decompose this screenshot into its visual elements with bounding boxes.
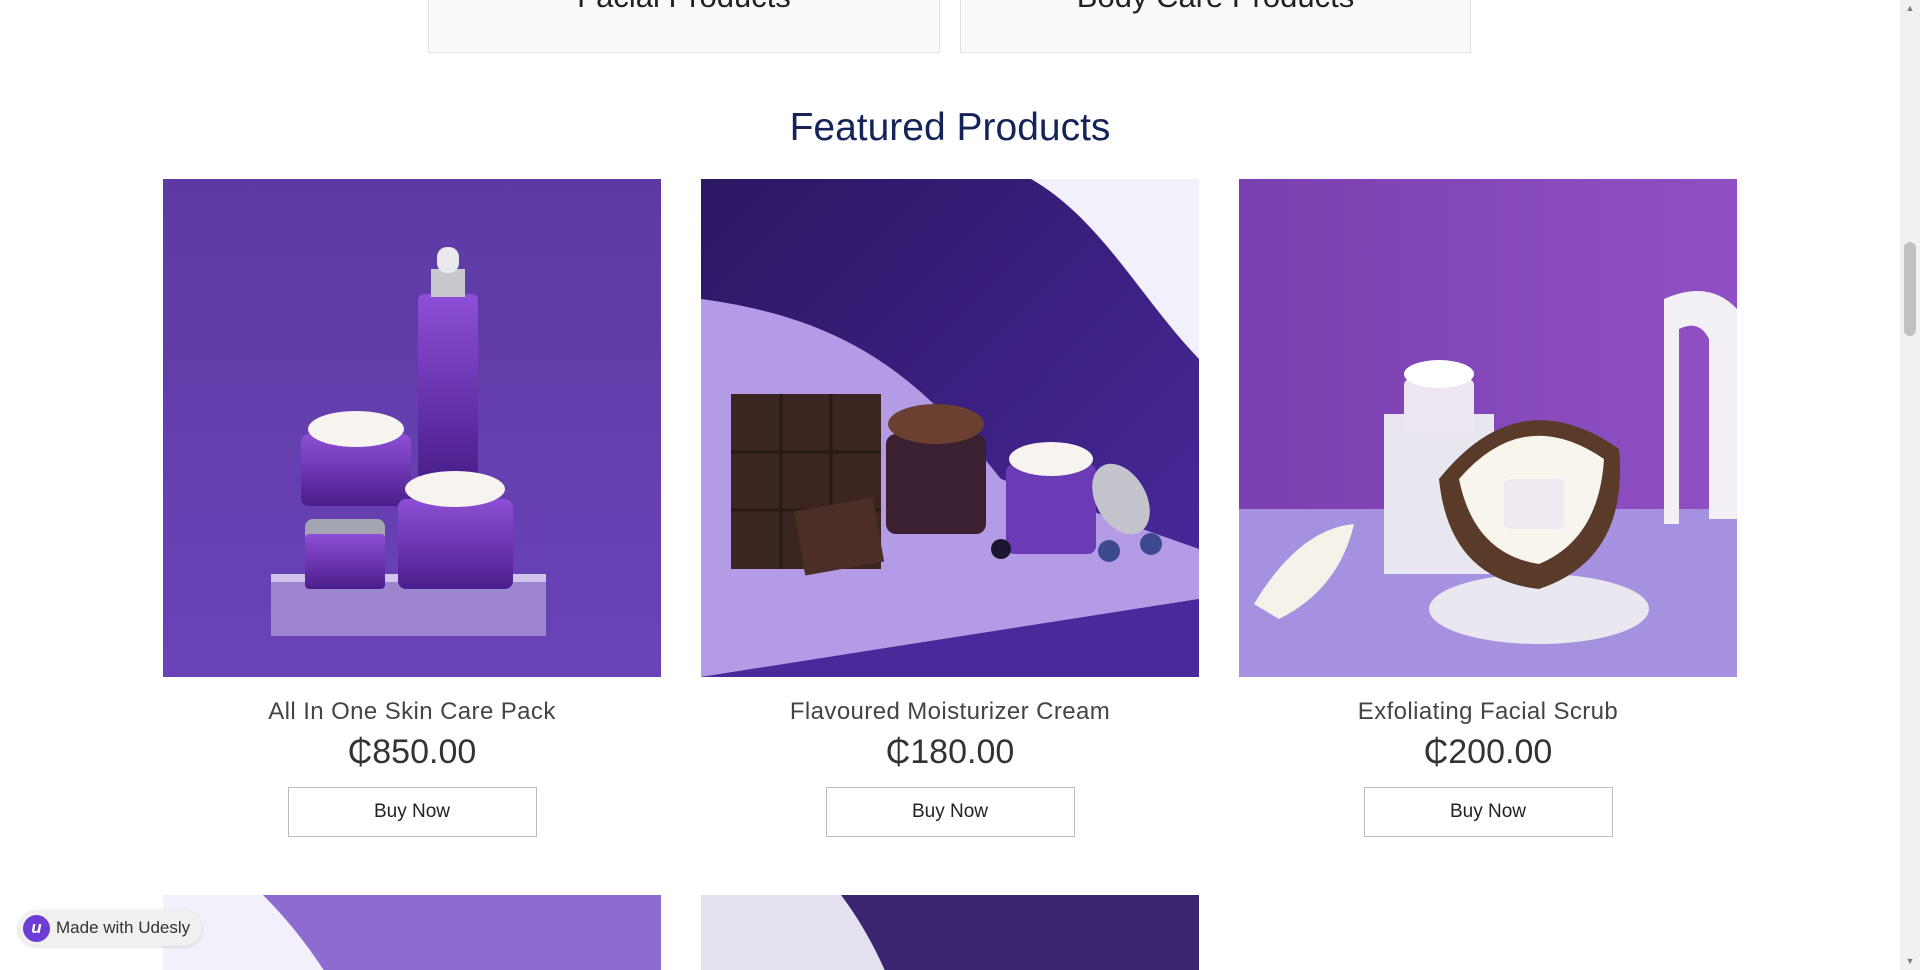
scrollbar-thumb[interactable] <box>1904 242 1916 336</box>
product-image[interactable] <box>163 895 661 970</box>
category-card-facial[interactable]: Facial Products <box>428 0 940 53</box>
udesly-logo-icon: u <box>23 914 50 942</box>
product-price: ₵850.00 <box>347 733 477 771</box>
product-image[interactable] <box>163 179 661 677</box>
product-card: Flavoured Moisturizer Cream ₵180.00 Buy … <box>701 179 1199 837</box>
triangle-up-icon[interactable]: ▲ <box>1900 0 1920 17</box>
scrollbar[interactable]: ▲ ▼ <box>1900 0 1920 970</box>
buy-now-button[interactable]: Buy Now <box>1363 787 1613 837</box>
badge-label: Made with Udesly <box>56 918 191 937</box>
triangle-down-icon[interactable]: ▼ <box>1900 953 1920 970</box>
buy-now-button[interactable]: Buy Now <box>825 787 1075 837</box>
page: Facial Products Body Care Products Featu… <box>0 0 1900 970</box>
product-name[interactable]: Exfoliating Facial Scrub <box>1239 697 1737 727</box>
category-card-body-care[interactable]: Body Care Products <box>960 0 1471 53</box>
product-name[interactable]: All In One Skin Care Pack <box>163 697 661 727</box>
product-price: ₵180.00 <box>885 733 1015 771</box>
product-card: All In One Skin Care Pack ₵850.00 Buy No… <box>163 179 661 837</box>
category-label: Body Care Products <box>961 0 1470 12</box>
product-image[interactable] <box>701 895 1199 970</box>
category-label: Facial Products <box>429 0 939 12</box>
product-image[interactable] <box>1239 179 1737 677</box>
product-name[interactable]: Flavoured Moisturizer Cream <box>701 697 1199 727</box>
buy-now-button[interactable]: Buy Now <box>287 787 537 837</box>
section-title: Featured Products <box>789 106 1111 149</box>
product-card: Exfoliating Facial Scrub ₵200.00 Buy Now <box>1239 179 1737 837</box>
made-with-udesly-badge[interactable]: u Made with Udesly <box>18 910 203 946</box>
product-image[interactable] <box>701 179 1199 677</box>
product-price: ₵200.00 <box>1423 733 1553 771</box>
